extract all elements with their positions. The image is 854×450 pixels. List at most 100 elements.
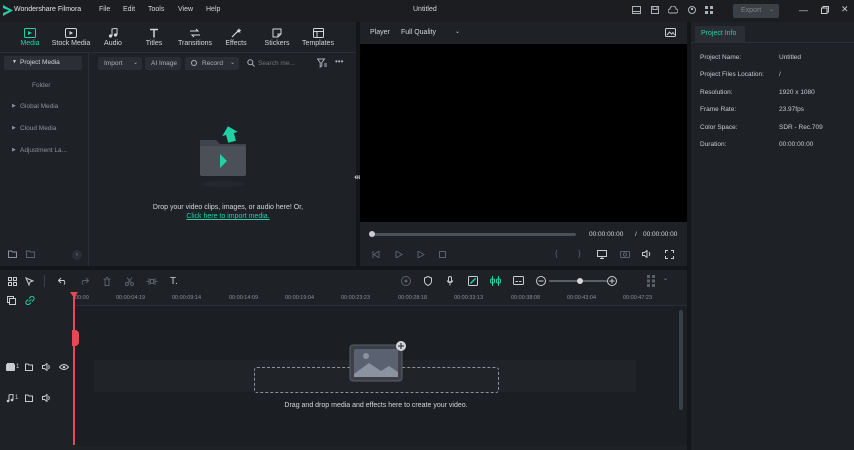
trim-icon[interactable] — [146, 277, 158, 286]
undo-icon[interactable] — [58, 277, 68, 285]
more-options-icon[interactable]: ••• — [335, 58, 343, 66]
timeline-ruler[interactable]: 00:00 00:00:04:19 00:00:09:14 00:00:14:0… — [75, 292, 687, 306]
tab-project-info[interactable]: Project Info — [695, 26, 745, 42]
zoom-out-icon[interactable] — [536, 276, 546, 286]
zoom-in-icon[interactable] — [607, 276, 617, 286]
info-value-duration: 00:00:00:00 — [779, 141, 814, 148]
save-icon[interactable] — [651, 6, 659, 14]
track-layout-icon[interactable] — [647, 275, 655, 287]
snapshot-icon[interactable] — [665, 28, 676, 37]
video-preview[interactable] — [360, 44, 687, 222]
minimize-icon[interactable]: — — [799, 5, 808, 15]
menu-edit[interactable]: Edit — [123, 6, 135, 13]
tab-effects[interactable]: Effects — [214, 26, 258, 54]
split-icon[interactable] — [125, 277, 134, 286]
add-track-icon[interactable] — [7, 296, 16, 305]
cloud-icon[interactable] — [668, 6, 678, 14]
sidebar-item-adjustment-layer[interactable]: ▶ Adjustment La... — [4, 144, 82, 158]
ruler-tick-label: 00:00:23:23 — [341, 295, 371, 301]
import-media-link[interactable]: Click here to import media. — [100, 213, 356, 220]
folder-icon[interactable] — [26, 250, 35, 258]
volume-icon[interactable] — [642, 250, 652, 258]
search-input[interactable] — [258, 57, 308, 70]
ruler-tick-label: 00:00 — [75, 295, 89, 301]
playback-scrubber[interactable] — [370, 233, 576, 236]
tab-media[interactable]: Media — [8, 26, 52, 54]
new-folder-icon[interactable] — [8, 250, 17, 258]
ai-image-label: AI Image — [151, 60, 178, 67]
import-button[interactable]: Import ⌄ — [98, 57, 142, 70]
chevron-down-icon[interactable]: ⌄ — [663, 275, 668, 282]
link-icon[interactable] — [25, 296, 35, 305]
info-label-files-location: Project Files Location: — [700, 71, 764, 78]
quality-select[interactable]: Full Quality ⌄ — [394, 26, 464, 40]
menu-view[interactable]: View — [178, 6, 193, 13]
shield-icon[interactable] — [424, 276, 432, 286]
filter-icon[interactable] — [317, 58, 327, 68]
tab-audio[interactable]: Audio — [91, 26, 135, 54]
track-folder-icon[interactable] — [25, 394, 33, 402]
sidebar-item-project-media[interactable]: ▼ Project Media — [4, 56, 82, 70]
tab-transitions[interactable]: Transitions — [173, 26, 217, 54]
mute-track-icon[interactable] — [42, 363, 51, 371]
menu-tools[interactable]: Tools — [148, 6, 164, 13]
stop-icon[interactable] — [439, 251, 446, 258]
ai-edit-icon[interactable] — [468, 276, 478, 286]
caret-down-icon: ▼ — [12, 59, 17, 65]
account-icon[interactable] — [688, 6, 696, 14]
drop-media-hint: Drop your video clips, images, or audio … — [152, 204, 304, 211]
ai-image-button[interactable]: AI Image — [145, 57, 181, 70]
export-button[interactable]: Export ⌄ — [733, 4, 779, 18]
snap-link-icon[interactable] — [490, 276, 501, 286]
layout-grid-icon[interactable] — [8, 277, 17, 286]
render-preview-icon[interactable] — [401, 276, 411, 286]
maximize-icon[interactable] — [821, 6, 829, 14]
mark-in-icon[interactable]: { — [555, 249, 558, 258]
delete-icon[interactable] — [103, 277, 111, 286]
timeline-scrollbar[interactable] — [679, 310, 683, 410]
scrubber-handle[interactable] — [369, 231, 375, 237]
previous-frame-icon[interactable] — [372, 251, 380, 258]
track-folder-icon[interactable] — [25, 363, 33, 371]
sidebar-item-global-media[interactable]: ▶ Global Media — [4, 100, 82, 114]
play-icon[interactable] — [417, 251, 425, 258]
add-media-image-icon[interactable] — [349, 341, 409, 385]
tab-titles[interactable]: Titles — [132, 26, 176, 54]
caret-right-icon: ▶ — [12, 125, 16, 131]
zoom-slider-handle[interactable] — [577, 278, 583, 284]
layout-icon[interactable] — [632, 6, 641, 14]
close-icon[interactable]: ✕ — [841, 4, 849, 15]
eye-icon[interactable] — [59, 363, 69, 371]
grid-icon[interactable] — [705, 6, 713, 14]
sidebar-item-folder[interactable]: Folder — [4, 79, 82, 93]
text-tool-icon[interactable]: T. — [170, 276, 178, 287]
fullscreen-icon[interactable] — [665, 250, 674, 259]
mute-track-icon[interactable] — [42, 394, 51, 402]
tab-templates[interactable]: Templates — [296, 26, 340, 54]
play-back-icon[interactable] — [395, 251, 403, 258]
media-sidebar: ▼ Project Media Folder ▶ Global Media ▶ … — [4, 56, 82, 256]
camera-icon[interactable] — [620, 250, 630, 258]
filmora-logo-icon — [3, 5, 13, 16]
chevron-down-icon: ⌄ — [454, 29, 460, 35]
mark-out-icon[interactable]: } — [578, 249, 581, 258]
import-folder-icon[interactable] — [198, 126, 250, 188]
timeline-drop-hint: Drag and drop media and effects here to … — [284, 402, 468, 409]
playhead[interactable] — [73, 292, 75, 450]
horizontal-scrollbar[interactable] — [0, 445, 687, 450]
subtitle-icon[interactable] — [513, 276, 524, 285]
quality-value: Full Quality — [401, 29, 437, 36]
stickers-icon — [272, 28, 282, 38]
sidebar-item-cloud-media[interactable]: ▶ Cloud Media — [4, 122, 82, 136]
redo-icon[interactable] — [79, 277, 89, 285]
menu-file[interactable]: File — [99, 6, 110, 13]
playhead-marker[interactable] — [72, 330, 79, 346]
menu-help[interactable]: Help — [206, 6, 220, 13]
select-tool-icon[interactable] — [25, 277, 35, 286]
tab-stock-media[interactable]: Stock Media — [49, 26, 93, 54]
display-icon[interactable] — [597, 250, 607, 259]
collapse-sidebar-icon[interactable]: ‹ — [72, 250, 82, 260]
record-button[interactable]: Record ⌄ — [185, 57, 239, 70]
tab-stickers[interactable]: Stickers — [255, 26, 299, 54]
microphone-icon[interactable] — [446, 276, 454, 286]
